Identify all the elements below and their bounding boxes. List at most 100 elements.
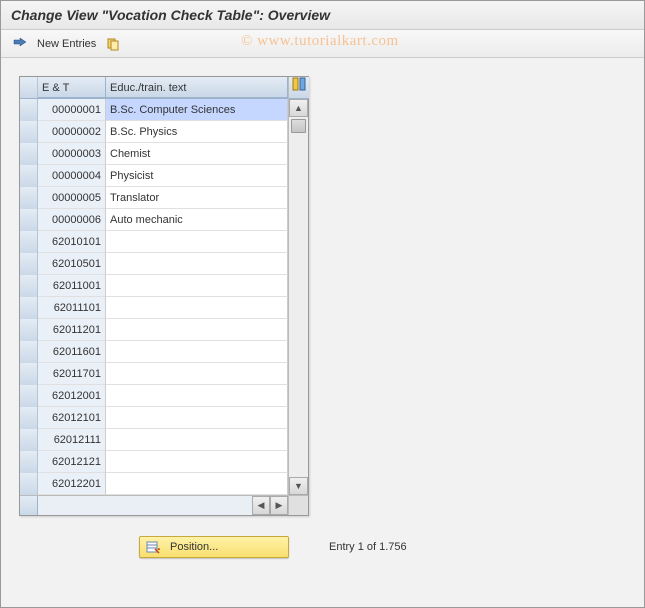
row-selector[interactable]: [20, 143, 38, 165]
data-table: E & TEduc./train. text00000001B.Sc. Comp…: [19, 76, 309, 516]
cell-text[interactable]: [106, 451, 288, 473]
cell-key[interactable]: 62011601: [38, 341, 106, 363]
configure-columns-icon[interactable]: [289, 77, 309, 99]
table-row: 62010101: [20, 231, 288, 253]
other-view-icon[interactable]: [11, 35, 29, 53]
cell-text[interactable]: Physicist: [106, 165, 288, 187]
cell-text[interactable]: B.Sc. Computer Sciences: [106, 99, 288, 121]
scroll-track[interactable]: [289, 117, 308, 477]
row-selector[interactable]: [20, 451, 38, 473]
row-selector[interactable]: [20, 99, 38, 121]
table-row: 62011601: [20, 341, 288, 363]
cell-text[interactable]: [106, 319, 288, 341]
cell-text[interactable]: [106, 407, 288, 429]
cell-key[interactable]: 62012101: [38, 407, 106, 429]
cell-key[interactable]: 62012111: [38, 429, 106, 451]
cell-text[interactable]: [106, 253, 288, 275]
select-all-handle[interactable]: [20, 496, 38, 515]
cell-text[interactable]: [106, 429, 288, 451]
cell-text[interactable]: [106, 363, 288, 385]
row-selector[interactable]: [20, 363, 38, 385]
h-scroll-track: [38, 496, 252, 515]
table-row: 62012121: [20, 451, 288, 473]
select-all[interactable]: [20, 77, 38, 98]
page-title: Change View "Vocation Check Table": Over…: [1, 1, 644, 30]
table-row: 62012201: [20, 473, 288, 495]
cell-text[interactable]: [106, 341, 288, 363]
table-row: 62011001: [20, 275, 288, 297]
cell-key[interactable]: 62010501: [38, 253, 106, 275]
table-row: 62011101: [20, 297, 288, 319]
scroll-corner: [288, 496, 308, 515]
scroll-up-icon[interactable]: ▲: [289, 99, 308, 117]
cell-key[interactable]: 62012001: [38, 385, 106, 407]
main-content: E & TEduc./train. text00000001B.Sc. Comp…: [1, 58, 644, 568]
entry-counter: Entry 1 of 1.756: [329, 541, 407, 553]
cell-key[interactable]: 62012121: [38, 451, 106, 473]
scroll-down-icon[interactable]: ▼: [289, 477, 308, 495]
cell-key[interactable]: 62011201: [38, 319, 106, 341]
table-row: 62012001: [20, 385, 288, 407]
scroll-thumb[interactable]: [291, 119, 306, 133]
horizontal-scrollbar[interactable]: ◀ ▶: [20, 495, 308, 515]
cell-key[interactable]: 62011101: [38, 297, 106, 319]
row-selector[interactable]: [20, 187, 38, 209]
cell-key[interactable]: 00000006: [38, 209, 106, 231]
position-icon: [146, 540, 160, 554]
table-header: E & TEduc./train. text: [20, 77, 288, 99]
cell-text[interactable]: [106, 275, 288, 297]
row-selector[interactable]: [20, 165, 38, 187]
col-header-key[interactable]: E & T: [38, 77, 106, 98]
col-header-text[interactable]: Educ./train. text: [106, 77, 288, 98]
cell-key[interactable]: 00000002: [38, 121, 106, 143]
position-button[interactable]: Position...: [139, 536, 289, 558]
cell-key[interactable]: 00000005: [38, 187, 106, 209]
cell-text[interactable]: [106, 385, 288, 407]
table-row: 62010501: [20, 253, 288, 275]
cell-text[interactable]: Chemist: [106, 143, 288, 165]
row-selector[interactable]: [20, 385, 38, 407]
footer: Position... Entry 1 of 1.756: [139, 536, 634, 558]
table-row: 00000002B.Sc. Physics: [20, 121, 288, 143]
table-row: 62012101: [20, 407, 288, 429]
cell-text[interactable]: Translator: [106, 187, 288, 209]
cell-key[interactable]: 00000001: [38, 99, 106, 121]
row-selector[interactable]: [20, 253, 38, 275]
cell-key[interactable]: 62012201: [38, 473, 106, 495]
cell-text[interactable]: B.Sc. Physics: [106, 121, 288, 143]
position-button-label: Position...: [170, 541, 218, 553]
cell-key[interactable]: 62011001: [38, 275, 106, 297]
row-selector[interactable]: [20, 121, 38, 143]
cell-key[interactable]: 62010101: [38, 231, 106, 253]
new-entries-button[interactable]: New Entries: [37, 38, 96, 50]
table-row: 00000001B.Sc. Computer Sciences: [20, 99, 288, 121]
scroll-right-icon[interactable]: ▶: [270, 496, 288, 515]
table-row: 00000003Chemist: [20, 143, 288, 165]
row-selector[interactable]: [20, 275, 38, 297]
row-selector[interactable]: [20, 231, 38, 253]
row-selector[interactable]: [20, 429, 38, 451]
row-selector[interactable]: [20, 341, 38, 363]
row-selector[interactable]: [20, 209, 38, 231]
cell-text[interactable]: [106, 473, 288, 495]
scroll-left-icon[interactable]: ◀: [252, 496, 270, 515]
cell-key[interactable]: 00000003: [38, 143, 106, 165]
cell-text[interactable]: [106, 231, 288, 253]
table-row: 62011701: [20, 363, 288, 385]
row-selector[interactable]: [20, 473, 38, 495]
copy-icon[interactable]: [104, 35, 122, 53]
table-row: 62011201: [20, 319, 288, 341]
cell-key[interactable]: 00000004: [38, 165, 106, 187]
row-selector[interactable]: [20, 319, 38, 341]
cell-text[interactable]: Auto mechanic: [106, 209, 288, 231]
row-selector[interactable]: [20, 407, 38, 429]
toolbar: New Entries: [1, 30, 644, 58]
cell-key[interactable]: 62011701: [38, 363, 106, 385]
table-row: 62012111: [20, 429, 288, 451]
table-row: 00000005Translator: [20, 187, 288, 209]
table-row: 00000004Physicist: [20, 165, 288, 187]
row-selector[interactable]: [20, 297, 38, 319]
table-row: 00000006Auto mechanic: [20, 209, 288, 231]
cell-text[interactable]: [106, 297, 288, 319]
vertical-scrollbar[interactable]: ▲ ▼: [288, 77, 308, 495]
